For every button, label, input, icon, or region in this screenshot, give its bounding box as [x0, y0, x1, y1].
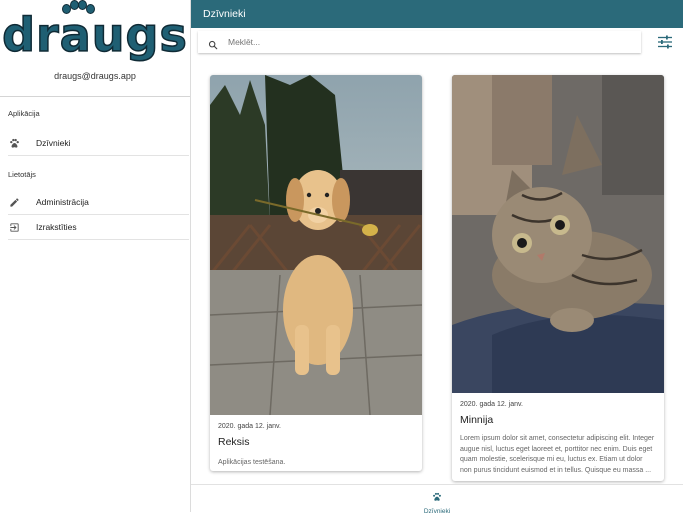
card-title: Reksis: [218, 436, 250, 448]
logo-text-part: ugs: [91, 8, 188, 62]
section-label-user: Lietotājs: [8, 170, 36, 179]
sidebar-divider: [190, 0, 191, 512]
tune-icon: [657, 35, 673, 53]
sidebar-item-logout[interactable]: Izrakstīties: [8, 215, 189, 240]
card-description: Aplikācijas testēšana.: [218, 459, 286, 466]
sidebar-item-label: Administrācija: [36, 197, 89, 207]
filter-button[interactable]: [657, 35, 673, 49]
card-date: 2020. gada 12. janv.: [460, 401, 523, 408]
sidebar-item-animals[interactable]: Dzīvnieki: [8, 131, 189, 156]
search-bar: [198, 31, 641, 53]
sidebar-item-administration[interactable]: Administrācija: [8, 190, 189, 215]
animal-card[interactable]: 2020. gada 12. janv. Reksis Aplikācijas …: [210, 75, 422, 471]
paw-icon: [61, 0, 95, 14]
card-title: Minnija: [460, 414, 494, 426]
user-email: draugs@draugs.app: [54, 71, 136, 81]
card-description: Lorem ipsum dolor sit amet, consectetur …: [460, 435, 655, 474]
card-date: 2020. gada 12. janv.: [218, 423, 281, 430]
sidebar-item-label: Dzīvnieki: [36, 138, 71, 148]
animal-card[interactable]: 2020. gada 12. janv. Minnija Lorem ipsum…: [452, 75, 664, 481]
search-icon: [208, 37, 218, 50]
bottom-nav-animals[interactable]: Dzīvnieki: [413, 489, 461, 515]
page-title: Dzīvnieki: [191, 0, 683, 28]
logo-paw-letter: a: [59, 0, 95, 59]
cat-photo: [452, 75, 664, 393]
paw-icon: [432, 489, 442, 506]
sidebar-item-label: Izrakstīties: [36, 222, 77, 232]
sidebar: dr a ugs draugs@draugs.app Aplikācija Dz…: [0, 0, 190, 512]
logo-text-part: dr: [1, 8, 60, 62]
logo-text: dr a ugs: [1, 0, 188, 62]
pencil-icon: [8, 196, 20, 208]
bottom-navigation: Dzīvnieki: [191, 484, 683, 515]
search-input[interactable]: [226, 36, 610, 48]
logout-icon: [8, 221, 20, 233]
dog-photo: [210, 75, 422, 415]
logo[interactable]: dr a ugs: [0, 0, 190, 70]
section-label-app: Aplikācija: [8, 109, 40, 118]
paw-icon: [8, 137, 20, 149]
